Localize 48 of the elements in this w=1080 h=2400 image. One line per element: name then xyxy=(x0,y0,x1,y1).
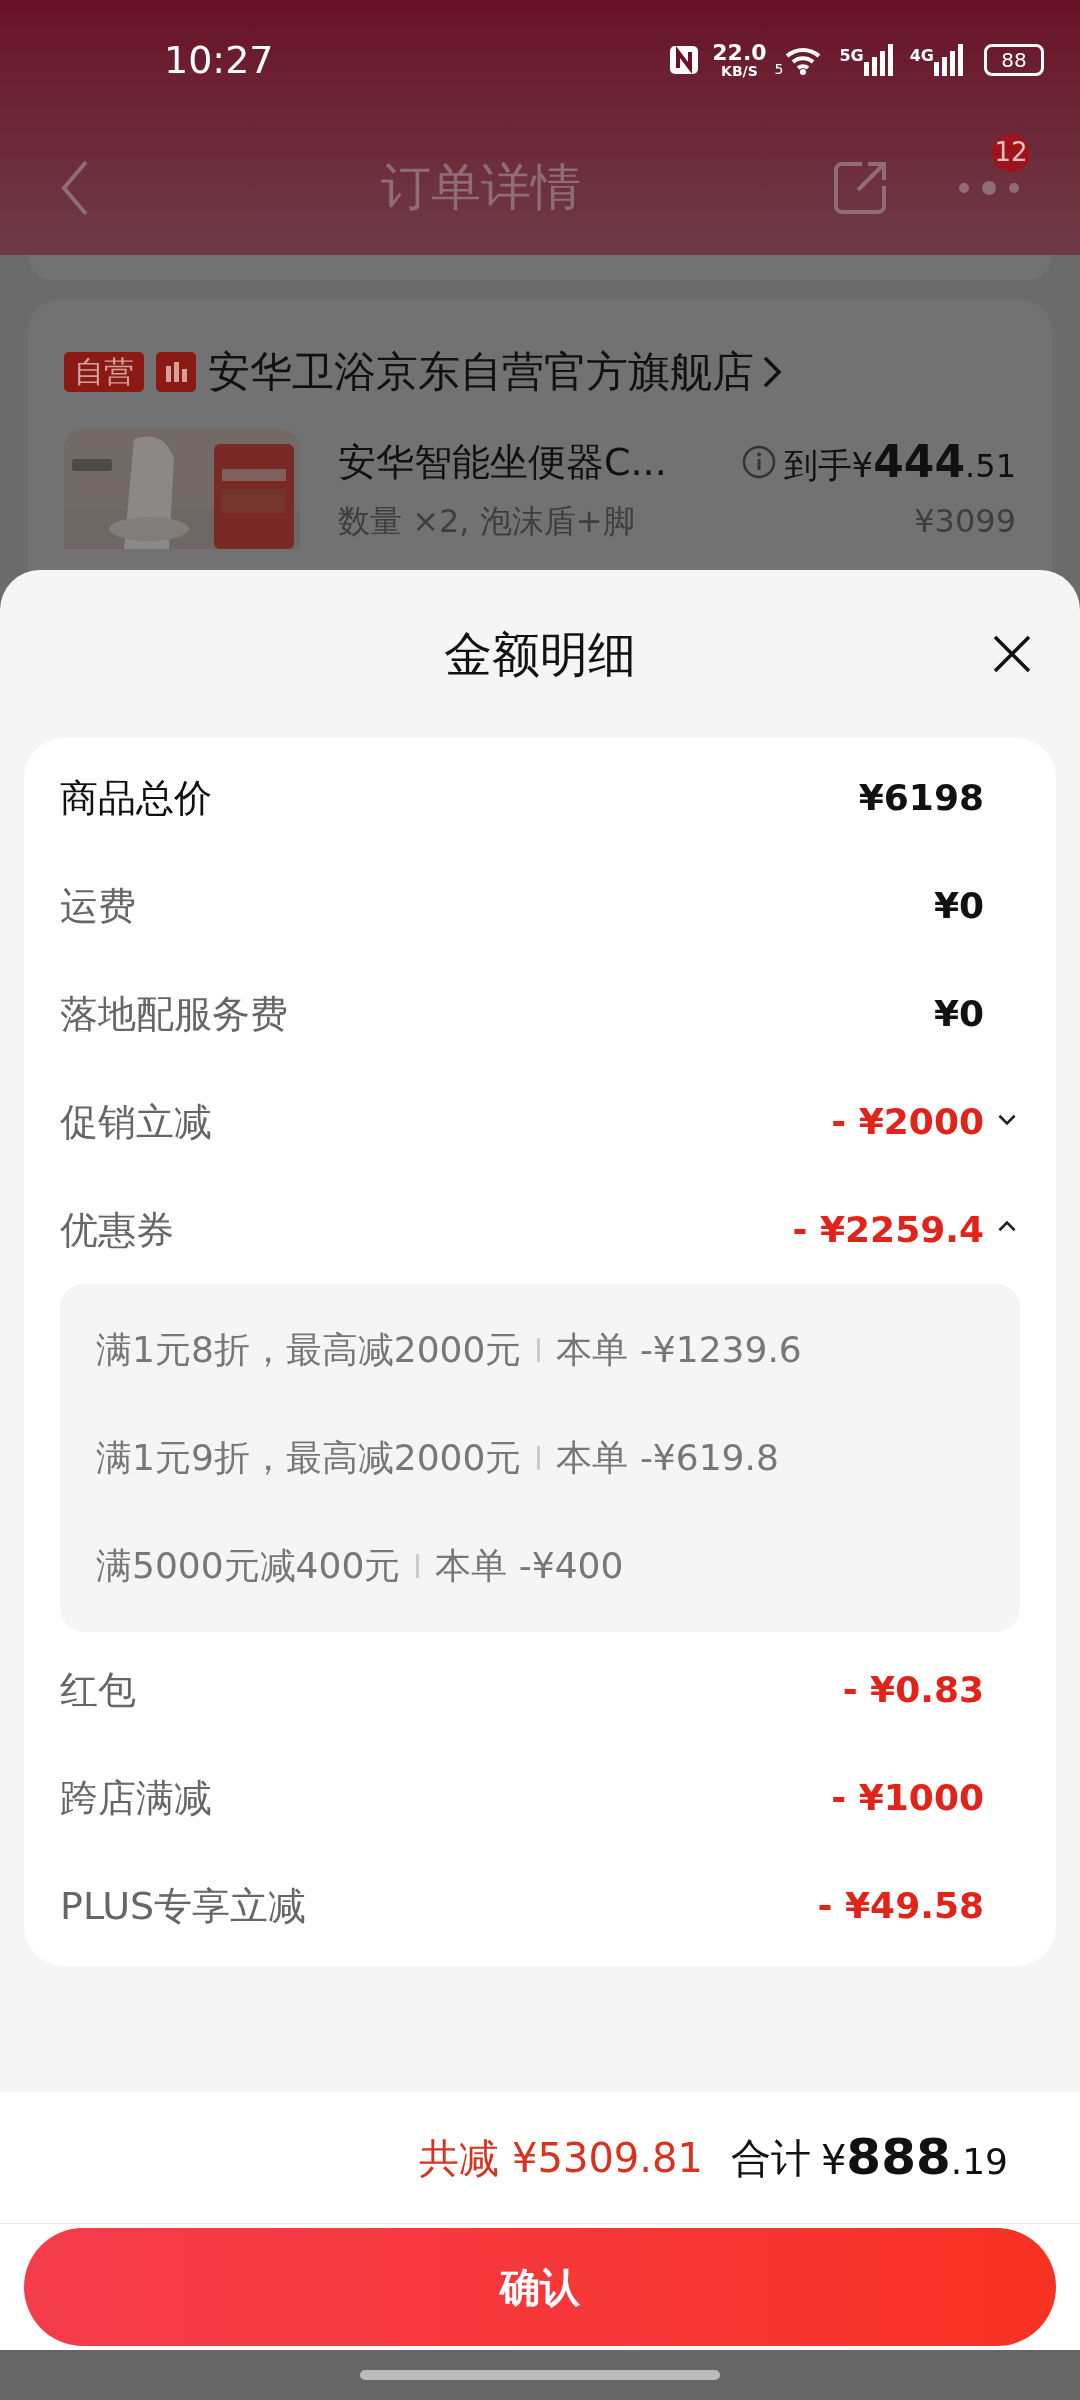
status-time: 10:27 xyxy=(164,36,274,84)
row-label: PLUS专享立减 xyxy=(60,1882,307,1930)
row-label: 运费 xyxy=(60,882,136,930)
notification-badge: 12 xyxy=(992,133,1030,172)
sheet-title: 金额明细 xyxy=(444,625,636,684)
network-type: 4G xyxy=(909,45,934,67)
coupon-rule: 满5000元减400元 xyxy=(96,1544,401,1588)
row-amount: - ¥1000 xyxy=(831,1776,984,1820)
self-operated-tag: 自营 xyxy=(64,351,144,392)
store-name[interactable]: 安华卫浴京东自营官方旗舰店 xyxy=(208,340,754,403)
speed-unit: KB/S xyxy=(721,64,758,78)
coupon-value: 本单 -¥1239.6 xyxy=(556,1328,802,1372)
total-amount: ¥888.19 xyxy=(820,2127,1008,2188)
row-label: 商品总价 xyxy=(60,774,212,822)
row-amount: - ¥2259.4 xyxy=(792,1208,984,1252)
final-price: 到手¥444.51 xyxy=(783,435,1016,489)
wifi-band-label: 5 xyxy=(774,60,784,79)
row-amount: - ¥49.58 xyxy=(817,1884,984,1928)
total-discount: 共减 ¥5309.81 xyxy=(419,2133,703,2183)
coupon-value: 本单 -¥400 xyxy=(435,1544,624,1588)
nfc-icon xyxy=(668,44,701,76)
product-name[interactable]: 安华智能坐便器C... xyxy=(338,433,667,491)
row-label: 落地配服务费 xyxy=(60,990,288,1038)
row-label: 红包 xyxy=(60,1666,136,1714)
info-icon[interactable] xyxy=(741,445,776,479)
row-label: 促销立减 xyxy=(60,1098,212,1146)
signal-icon xyxy=(863,44,894,76)
close-icon[interactable] xyxy=(992,634,1032,674)
coupon-rule: 满1元9折，最高减2000元 xyxy=(96,1436,522,1480)
row-amount: ¥6198 xyxy=(858,776,984,820)
coupon-rule: 满1元8折，最高减2000元 xyxy=(96,1328,522,1372)
row-label: 优惠券 xyxy=(60,1206,174,1254)
row-amount: ¥0 xyxy=(933,992,984,1036)
total-label: 合计 xyxy=(730,2133,811,2183)
row-amount: - ¥2000 xyxy=(831,1100,984,1144)
chevron-right-icon[interactable] xyxy=(762,354,782,389)
signal-icon xyxy=(934,44,964,76)
page-title: 订单详情 xyxy=(380,157,582,218)
row-amount: - ¥0.83 xyxy=(842,1668,984,1712)
battery-level: 88 xyxy=(1001,47,1027,74)
confirm-button[interactable]: 确认 xyxy=(24,2228,1056,2346)
network-type: 5G xyxy=(839,45,864,67)
bar-chart-icon xyxy=(156,351,196,392)
row-label: 跨店满减 xyxy=(60,1774,212,1822)
coupon-value: 本单 -¥619.8 xyxy=(556,1436,779,1480)
row-amount: ¥0 xyxy=(933,884,984,928)
network-speed: 22.0 xyxy=(712,42,767,64)
share-icon[interactable] xyxy=(832,159,888,216)
